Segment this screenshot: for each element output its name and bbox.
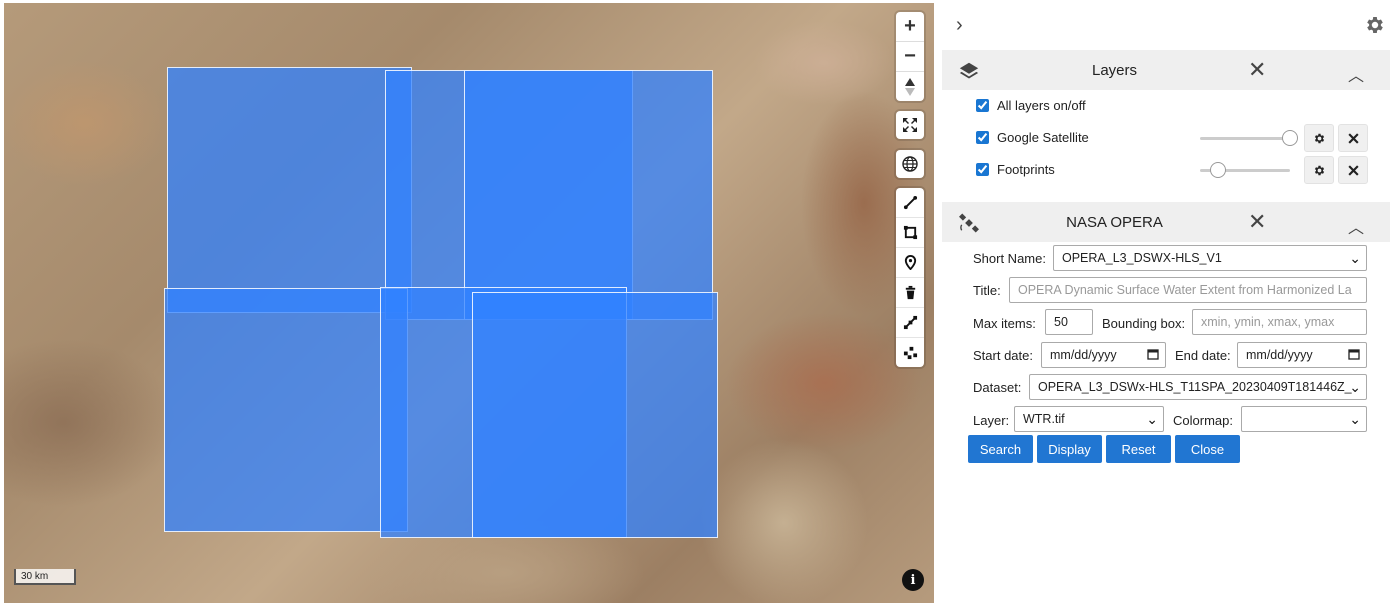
search-button[interactable]: Search (968, 435, 1033, 463)
slider-knob[interactable] (1282, 130, 1298, 146)
plus-icon: + (904, 15, 916, 37)
start-date-label: Start date: (973, 348, 1033, 363)
max-items-label: Max items: (973, 316, 1036, 331)
side-panel: › Layers ✕ ︿ All layers on/off Google Sa… (942, 0, 1390, 607)
title-input[interactable]: OPERA Dynamic Surface Water Extent from … (1009, 277, 1367, 303)
draw-marker-button[interactable] (896, 248, 924, 278)
globe-icon (902, 156, 918, 172)
draw-polyline-button[interactable] (896, 188, 924, 218)
delete-shapes-button[interactable] (896, 278, 924, 308)
zoom-out-button[interactable]: − (896, 42, 924, 72)
edit-icon (903, 315, 917, 330)
info-button[interactable]: i (902, 569, 924, 591)
layers-title: Layers (1091, 61, 1138, 79)
footprint-polygon[interactable] (464, 70, 713, 320)
zoom-in-button[interactable]: + (896, 12, 924, 42)
compass-icon (905, 77, 915, 96)
chevron-down-icon: ⌄ (1146, 411, 1158, 427)
panel-toolbar: › (942, 0, 1390, 50)
end-date-value: mm/dd/yyyy (1246, 348, 1313, 362)
colormap-label: Colormap: (1173, 413, 1233, 428)
map-view[interactable]: + − 30 km i (4, 3, 934, 603)
short-name-value: OPERA_L3_DSWX-HLS_V1 (1062, 251, 1222, 265)
close-opera-icon[interactable]: ✕ (1248, 211, 1266, 233)
footprint-polygon[interactable] (164, 288, 408, 532)
zoom-control: + − (896, 12, 924, 101)
reset-button[interactable]: Reset (1106, 435, 1171, 463)
start-date-value: mm/dd/yyyy (1050, 348, 1117, 362)
close-icon (1347, 164, 1359, 176)
start-date-input[interactable]: mm/dd/yyyy (1041, 342, 1166, 368)
calendar-icon (1147, 349, 1159, 360)
layer-row-google-satellite: Google Satellite (976, 127, 1089, 147)
layer-row-footprints: Footprints (976, 159, 1055, 179)
slider-knob[interactable] (1210, 162, 1226, 178)
chevron-down-icon: ⌄ (1349, 250, 1361, 266)
google-satellite-checkbox[interactable] (976, 130, 989, 144)
scale-bar: 30 km (14, 569, 76, 585)
draw-toolbar (896, 188, 924, 367)
all-layers-label: All layers on/off (997, 97, 1086, 113)
footprints-settings-button[interactable] (1304, 156, 1334, 184)
settings-gear-icon[interactable] (1364, 14, 1386, 36)
opera-header: NASA OPERA ✕ ︿ (942, 202, 1390, 242)
collapse-opera-icon[interactable]: ︿ (1348, 214, 1364, 238)
minus-icon: − (904, 45, 916, 67)
fullscreen-icon (903, 118, 917, 132)
edit-shapes-button[interactable] (896, 308, 924, 338)
short-name-select[interactable]: OPERA_L3_DSWX-HLS_V1 ⌄ (1053, 245, 1367, 271)
dataset-label: Dataset: (973, 380, 1022, 395)
gear-icon (1314, 165, 1324, 175)
layer-value: WTR.tif (1023, 412, 1065, 426)
fullscreen-button[interactable] (896, 111, 924, 139)
all-layers-row: All layers on/off (976, 95, 1086, 115)
colormap-select[interactable]: ⌄ (1241, 406, 1367, 432)
reset-bearing-button[interactable] (896, 72, 924, 101)
short-name-label: Short Name: (973, 251, 1046, 266)
bbox-label: Bounding box: (1102, 316, 1186, 331)
calendar-icon (1348, 349, 1360, 360)
footprint-polygon[interactable] (167, 67, 412, 313)
layers-header: Layers ✕ ︿ (942, 50, 1390, 90)
end-date-input[interactable]: mm/dd/yyyy (1237, 342, 1367, 368)
gear-icon (1314, 133, 1324, 143)
close-button[interactable]: Close (1175, 435, 1240, 463)
layer-label: Google Satellite (997, 129, 1089, 145)
display-button[interactable]: Display (1037, 435, 1102, 463)
marker-icon (904, 255, 916, 270)
layer-label: Layer: (973, 413, 1010, 428)
layer-select[interactable]: WTR.tif ⌄ (1014, 406, 1164, 432)
footprint-polygon[interactable] (472, 292, 718, 538)
footprints-remove-button[interactable] (1338, 156, 1368, 184)
google-satellite-remove-button[interactable] (1338, 124, 1368, 152)
all-layers-checkbox[interactable] (976, 98, 989, 112)
google-satellite-opacity-slider[interactable] (1200, 130, 1298, 146)
rectangle-icon (903, 225, 917, 240)
end-date-label: End date: (1175, 348, 1231, 363)
bbox-input[interactable]: xmin, ymin, xmax, ymax (1192, 309, 1367, 335)
title-label: Title: (973, 283, 1001, 298)
dataset-value: OPERA_L3_DSWx-HLS_T11SPA_20230409T181446… (1038, 380, 1352, 394)
footprints-opacity-slider[interactable] (1200, 162, 1290, 178)
collapse-layers-icon[interactable]: ︿ (1348, 62, 1364, 86)
chevron-down-icon: ⌄ (1349, 379, 1361, 395)
opera-title: NASA OPERA (1066, 213, 1163, 231)
chevron-down-icon: ⌄ (1349, 411, 1361, 427)
max-items-input[interactable]: 50 (1045, 309, 1093, 335)
trash-icon (905, 285, 915, 300)
google-satellite-settings-button[interactable] (1304, 124, 1334, 152)
layer-label: Footprints (997, 161, 1055, 177)
draw-rectangle-button[interactable] (896, 218, 924, 248)
close-icon (1347, 132, 1359, 144)
basemap-button[interactable] (896, 150, 924, 178)
move-icon (903, 346, 917, 360)
expand-panel-icon[interactable]: › (956, 14, 963, 37)
polyline-icon (903, 195, 917, 210)
info-icon: i (910, 572, 916, 588)
close-layers-icon[interactable]: ✕ (1248, 59, 1266, 81)
footprints-checkbox[interactable] (976, 162, 989, 176)
dataset-select[interactable]: OPERA_L3_DSWx-HLS_T11SPA_20230409T181446… (1029, 374, 1367, 400)
move-shapes-button[interactable] (896, 338, 924, 367)
